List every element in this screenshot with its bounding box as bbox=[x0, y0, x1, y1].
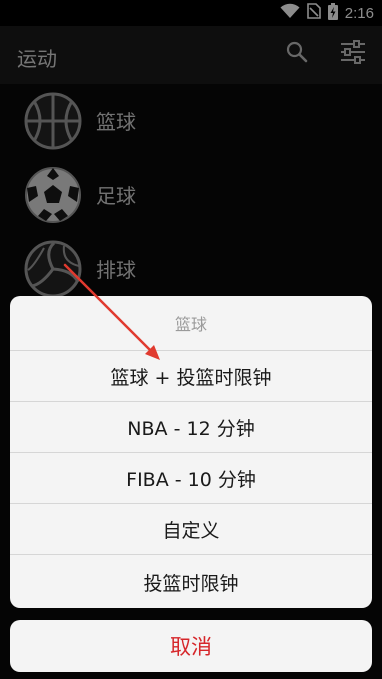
option-custom[interactable]: 自定义 bbox=[10, 503, 372, 555]
action-sheet-title: 篮球 bbox=[174, 315, 207, 334]
screen: 2:16 运动 篮球 足球 排球 篮球 篮球 + 投篮时限钟 NBA - 12 … bbox=[0, 0, 382, 679]
option-basketball-shot-clock[interactable]: 篮球 + 投篮时限钟 bbox=[10, 350, 372, 402]
option-nba-12-minutes[interactable]: NBA - 12 分钟 bbox=[10, 401, 372, 453]
option-fiba-10-minutes[interactable]: FIBA - 10 分钟 bbox=[10, 452, 372, 504]
cancel-button[interactable]: 取消 bbox=[10, 620, 372, 672]
action-sheet: 篮球 篮球 + 投篮时限钟 NBA - 12 分钟 FIBA - 10 分钟 自… bbox=[10, 296, 372, 608]
option-shot-clock[interactable]: 投篮时限钟 bbox=[10, 554, 372, 608]
